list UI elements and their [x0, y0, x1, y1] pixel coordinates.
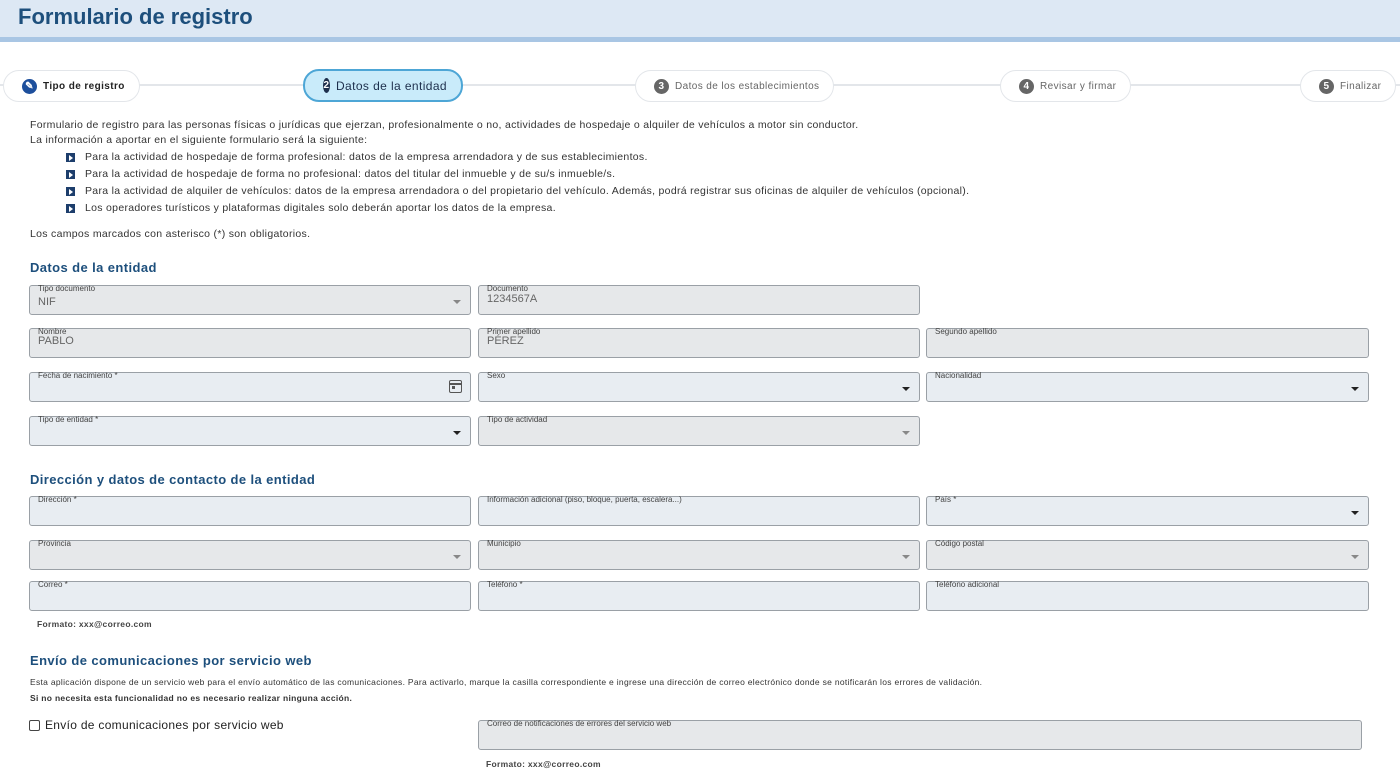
step-datos-entidad[interactable]: 2 Datos de la entidad — [303, 69, 463, 102]
pais-select[interactable]: País * — [926, 495, 1369, 526]
chevron-down-icon — [453, 300, 461, 304]
documento-field[interactable]: Documento 1234567A — [478, 284, 920, 315]
provincia-select[interactable]: Provincia — [29, 539, 471, 570]
list-item-text: Los operadores turísticos y plataformas … — [85, 202, 556, 214]
arrow-bullet-icon — [66, 187, 75, 196]
checkbox-label: Envío de comunicaciones por servicio web — [45, 718, 284, 732]
field-label: Fecha de nacimiento * — [38, 371, 118, 380]
tipo-actividad-select[interactable]: Tipo de actividad — [478, 415, 920, 446]
field-label: Código postal — [935, 539, 984, 548]
step-tipo-registro[interactable]: ✎ Tipo de registro — [3, 70, 140, 102]
step-label: Tipo de registro — [43, 80, 125, 92]
step-number: 4 — [1019, 78, 1034, 94]
tipo-documento-select[interactable]: Tipo documento NIF — [29, 284, 471, 315]
intro-line: La información a aportar en el siguiente… — [30, 134, 368, 146]
page-title: Formulario de registro — [18, 4, 253, 29]
step-label: Revisar y firmar — [1040, 80, 1117, 92]
chevron-down-icon — [453, 431, 461, 435]
list-item: Para la actividad de hospedaje de forma … — [66, 149, 1370, 166]
correo-errores-field[interactable]: Correo de notificaciones de errores del … — [478, 719, 1362, 750]
arrow-bullet-icon — [66, 204, 75, 213]
list-item: Para la actividad de alquiler de vehícul… — [66, 183, 1370, 200]
field-label: Nacionalidad — [935, 371, 982, 380]
chevron-down-icon — [902, 555, 910, 559]
list-item: Los operadores turísticos y plataformas … — [66, 200, 1370, 217]
field-label: Municipio — [487, 539, 521, 548]
correo-errores-format-hint: Formato: xxx@correo.com — [486, 759, 601, 769]
pencil-icon: ✎ — [22, 78, 37, 94]
primer-apellido-field[interactable]: Primer apellido PÉREZ — [478, 327, 920, 358]
step-label: Finalizar — [1340, 80, 1382, 92]
page-header: Formulario de registro — [0, 0, 1400, 42]
field-label: Información adicional (piso, bloque, pue… — [487, 495, 682, 504]
step-number: 2 — [323, 78, 330, 93]
correo-field[interactable]: Correo * — [29, 580, 471, 611]
servicio-web-checkbox-row[interactable]: Envío de comunicaciones por servicio web — [29, 718, 284, 732]
field-label: Tipo documento — [38, 284, 96, 293]
field-label: Teléfono * — [487, 580, 523, 589]
nacionalidad-select[interactable]: Nacionalidad — [926, 371, 1369, 402]
step-finalizar[interactable]: 5 Finalizar — [1300, 70, 1397, 102]
servicio-web-description: Esta aplicación dispone de un servicio w… — [30, 677, 983, 687]
list-item-text: Para la actividad de alquiler de vehícul… — [85, 185, 970, 197]
municipio-select[interactable]: Municipio — [478, 539, 920, 570]
servicio-web-note: Si no necesita esta funcionalidad no es … — [30, 693, 353, 703]
nombre-field[interactable]: Nombre PABLO — [29, 327, 471, 358]
chevron-down-icon — [1351, 511, 1359, 515]
calendar-icon[interactable] — [449, 380, 462, 393]
field-label: Documento — [487, 284, 528, 293]
intro-line: Formulario de registro para las personas… — [30, 119, 859, 131]
codigo-postal-select[interactable]: Código postal — [926, 539, 1369, 570]
field-label: Segundo apellido — [935, 327, 997, 336]
field-label: Dirección * — [38, 495, 77, 504]
step-label: Datos de la entidad — [335, 78, 447, 93]
field-label: Tipo de entidad * — [38, 415, 99, 424]
correo-format-hint: Formato: xxx@correo.com — [37, 619, 152, 629]
chevron-down-icon — [902, 387, 910, 391]
field-value: PÉREZ — [487, 335, 524, 347]
field-label: Sexo — [487, 371, 506, 380]
intro-text: Formulario de registro para las personas… — [30, 118, 1370, 242]
step-datos-establecimientos[interactable]: 3 Datos de los establecimientos — [635, 70, 835, 102]
list-item-text: Para la actividad de hospedaje de forma … — [85, 168, 616, 180]
field-label: Correo de notificaciones de errores del … — [487, 719, 672, 728]
field-label: País * — [935, 495, 957, 504]
step-label: Datos de los establecimientos — [675, 80, 820, 92]
field-value: NIF — [38, 296, 56, 308]
arrow-bullet-icon — [66, 153, 75, 162]
field-value: 1234567A — [487, 293, 538, 305]
section-title-contacto: Dirección y datos de contacto de la enti… — [30, 472, 316, 487]
intro-list: Para la actividad de hospedaje de forma … — [66, 149, 1370, 217]
field-label: Provincia — [38, 539, 71, 548]
list-item: Para la actividad de hospedaje de forma … — [66, 166, 1370, 183]
step-revisar-firmar[interactable]: 4 Revisar y firmar — [1000, 70, 1132, 102]
direccion-field[interactable]: Dirección * — [29, 495, 471, 526]
field-label: Teléfono adicional — [935, 580, 1000, 589]
servicio-web-checkbox[interactable] — [29, 719, 40, 731]
field-label: Correo * — [38, 580, 68, 589]
chevron-down-icon — [902, 431, 910, 435]
telefono-field[interactable]: Teléfono * — [478, 580, 920, 611]
section-title-entidad: Datos de la entidad — [30, 260, 157, 275]
field-value: PABLO — [38, 335, 74, 347]
list-item-text: Para la actividad de hospedaje de forma … — [85, 151, 648, 163]
section-title-servicio-web: Envío de comunicaciones por servicio web — [30, 653, 312, 668]
telefono-adicional-field[interactable]: Teléfono adicional — [926, 580, 1369, 611]
arrow-bullet-icon — [66, 170, 75, 179]
segundo-apellido-field[interactable]: Segundo apellido — [926, 327, 1369, 358]
step-number: 5 — [1319, 78, 1334, 94]
chevron-down-icon — [1351, 387, 1359, 391]
chevron-down-icon — [453, 555, 461, 559]
required-note: Los campos marcados con asterisco (*) so… — [30, 228, 311, 240]
chevron-down-icon — [1351, 555, 1359, 559]
step-number: 3 — [654, 78, 669, 94]
informacion-adicional-field[interactable]: Información adicional (piso, bloque, pue… — [478, 495, 920, 526]
tipo-entidad-select[interactable]: Tipo de entidad * — [29, 415, 471, 446]
fecha-nacimiento-field[interactable]: Fecha de nacimiento * — [29, 371, 471, 402]
field-label: Tipo de actividad — [487, 415, 548, 424]
sexo-select[interactable]: Sexo — [478, 371, 920, 402]
